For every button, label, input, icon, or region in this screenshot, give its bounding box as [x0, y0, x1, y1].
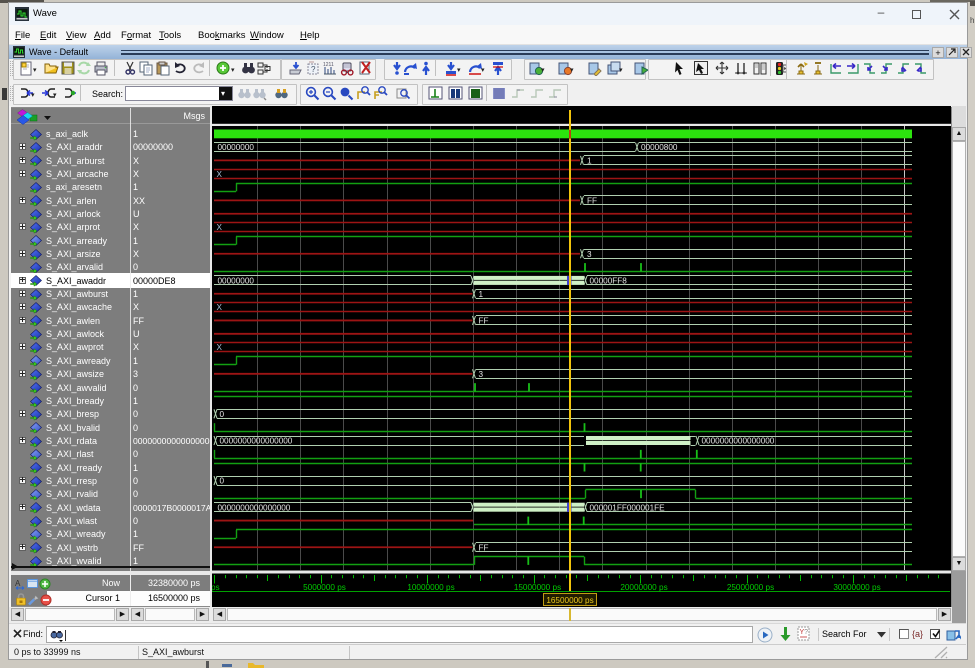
- svg-text:0000000000000000: 0000000000000000: [220, 437, 293, 446]
- svg-text:X: X: [217, 343, 223, 352]
- svg-text:5000000 ps: 5000000 ps: [303, 583, 346, 592]
- svg-text:FF: FF: [479, 317, 489, 326]
- svg-text:Y?: Y?: [800, 629, 809, 636]
- svg-text:X: X: [217, 303, 223, 312]
- svg-text:00000000: 00000000: [218, 277, 255, 286]
- svg-text:ps: ps: [212, 583, 220, 592]
- svg-text:FF: FF: [479, 543, 489, 552]
- svg-text:10000000 ps: 10000000 ps: [407, 583, 454, 592]
- svg-text:00000000: 00000000: [218, 143, 255, 152]
- svg-text:1: 1: [587, 157, 592, 166]
- svg-text:00000800: 00000800: [641, 143, 678, 152]
- svg-text:15000000 ps: 15000000 ps: [514, 583, 561, 592]
- svg-text:000001FF000001FE: 000001FF000001FE: [590, 503, 666, 512]
- svg-text:16500000 ps: 16500000 ps: [546, 596, 593, 605]
- svg-text:00000FF8: 00000FF8: [590, 277, 628, 286]
- svg-text:X: X: [217, 170, 223, 179]
- svg-text:0: 0: [220, 410, 225, 419]
- svg-text:FF: FF: [587, 197, 597, 206]
- svg-text:20000000 ps: 20000000 ps: [620, 583, 667, 592]
- svg-text:3: 3: [479, 370, 484, 379]
- svg-text:0: 0: [220, 477, 225, 486]
- svg-text:30000000 ps: 30000000 ps: [833, 583, 880, 592]
- svg-text:3: 3: [587, 250, 592, 259]
- svg-text:1: 1: [479, 290, 484, 299]
- svg-text:0000000000000000: 0000000000000000: [702, 437, 775, 446]
- svg-text:X: X: [217, 223, 223, 232]
- svg-text:?: ?: [311, 65, 316, 74]
- svg-text:25000000 ps: 25000000 ps: [727, 583, 774, 592]
- svg-text:0000000000000000: 0000000000000000: [218, 503, 291, 512]
